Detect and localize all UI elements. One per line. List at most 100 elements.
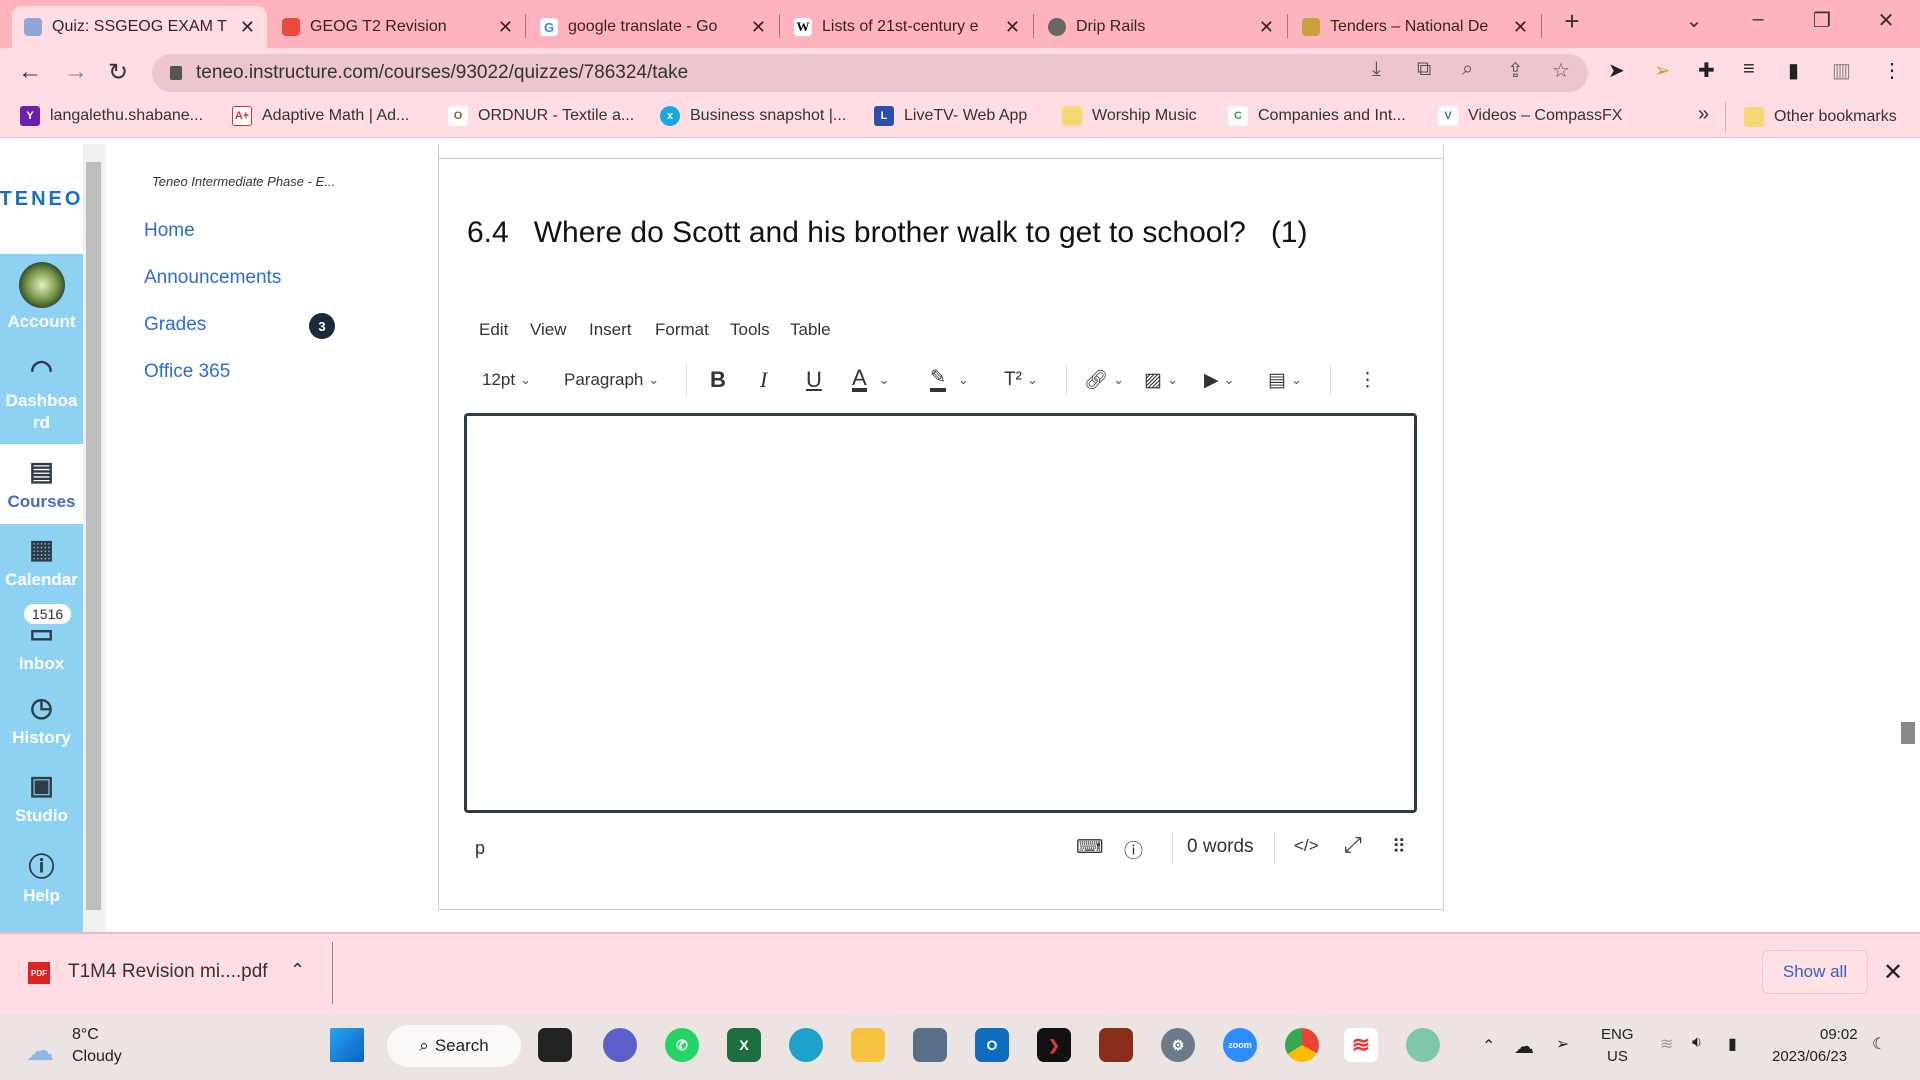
html-editor-toggle[interactable]: </> [1294,836,1319,856]
calculator-icon[interactable] [913,1028,947,1062]
bookmark-item[interactable]: C Companies and Int... [1228,106,1406,126]
new-tab-button[interactable]: + [1552,6,1592,37]
image-button[interactable]: ▨ ⌄ [1144,366,1178,394]
nav-account[interactable]: Account [0,262,83,342]
share-icon[interactable]: ⇪ [1507,58,1524,83]
block-format-select[interactable]: Paragraph ⌄ [564,366,659,394]
superscript-button[interactable]: T² ⌄ [1004,366,1038,394]
extension-cursor-icon[interactable]: ➤ [1608,58,1625,83]
media-button[interactable]: ▶ ⌄ [1204,366,1235,394]
close-tab-icon[interactable]: ✕ [751,17,766,38]
battery-icon[interactable]: ▮ [1728,1034,1737,1054]
link-button[interactable]: 🔗︎ ⌄ [1084,366,1124,394]
bookmark-item[interactable]: A+ Adaptive Math | Ad... [232,106,409,126]
bookmark-item[interactable]: L LiveTV- Web App [874,106,1027,126]
keyboard-shortcuts-button[interactable]: ⌨ [1076,836,1103,859]
side-panel-icon[interactable]: ▮ [1788,58,1799,83]
translate-icon[interactable]: ⧉ [1417,58,1431,81]
tab-google[interactable]: Ggoogle translate - Go ✕ [528,6,778,48]
taskbar-search[interactable]: ⌕ Search [387,1025,521,1067]
clock-time[interactable]: 09:02 [1820,1026,1858,1043]
download-item[interactable]: T1M4 Revision mi....pdf [68,961,268,983]
nav-history[interactable]: ◷ History [0,690,83,750]
tab-tenders[interactable]: Tenders – National De ✕ [1290,6,1540,48]
wifi-icon[interactable]: ≋ [1660,1034,1673,1054]
clock-date[interactable]: 2023/06/23 [1772,1048,1847,1065]
location-icon[interactable]: ➢ [1556,1034,1569,1054]
close-tab-icon[interactable]: ✕ [498,17,513,38]
file-explorer-icon[interactable] [851,1028,885,1062]
zoom-icon[interactable]: ⌕ [1462,58,1473,81]
close-download-bar-icon[interactable]: ✕ [1883,958,1903,987]
highlight-button[interactable]: ✎ ⌄ [930,366,969,394]
answer-editor[interactable] [464,413,1417,813]
nav-studio[interactable]: ▣ Studio [0,768,83,828]
nav-dashboard[interactable]: ◠ Dashboard [0,352,83,442]
zoom-app-icon[interactable]: zoom [1223,1028,1257,1062]
course-nav-home[interactable]: Home [144,220,195,242]
close-tab-icon[interactable]: ✕ [1513,17,1528,38]
nav-help[interactable]: ⓘ Help [0,848,83,908]
scrollbar-thumb[interactable] [86,162,101,910]
show-all-downloads-button[interactable]: Show all [1762,950,1868,994]
chrome-menu-icon[interactable]: ⋮ [1882,58,1902,83]
forward-button[interactable]: → [64,58,88,86]
onedrive-icon[interactable]: ☁ [1514,1034,1534,1059]
course-nav-grades[interactable]: Grades [144,314,206,336]
tab-search-chevron-icon[interactable]: ⌄ [1674,8,1714,33]
menu-format[interactable]: Format [655,320,709,340]
language-indicator[interactable]: ENG [1601,1026,1634,1043]
menu-insert[interactable]: Insert [589,320,632,340]
whatsapp-icon[interactable]: ✆ [665,1028,699,1062]
menu-view[interactable]: View [530,320,567,340]
app-icon[interactable]: ≋ [1344,1028,1378,1062]
task-view-icon[interactable] [538,1028,572,1062]
course-nav-announcements[interactable]: Announcements [144,267,281,289]
cloud-icon[interactable]: ☁ [26,1034,54,1067]
focus-moon-icon[interactable]: ☾ [1872,1034,1886,1054]
install-icon[interactable]: ⤓ [1372,58,1381,81]
bold-button[interactable]: B [710,366,726,394]
download-options-chevron-icon[interactable]: ⌃ [290,960,305,981]
italic-button[interactable]: I [760,366,767,394]
teams-chat-icon[interactable] [603,1028,637,1062]
extensions-puzzle-icon[interactable]: ✚ [1698,58,1715,83]
scrollbar-thumb[interactable] [1901,722,1915,744]
weather-temp[interactable]: 8°C [72,1026,99,1044]
font-size-select[interactable]: 12pt ⌄ [482,366,531,394]
volume-icon[interactable]: 🔉︎ [1692,1034,1702,1052]
bookmark-item[interactable]: Ylangalethu.shabane... [20,106,203,126]
close-tab-icon[interactable]: ✕ [1005,17,1020,38]
media-player-icon[interactable]: ❯ [1037,1028,1071,1062]
show-hidden-icons[interactable]: ⌃ [1482,1036,1495,1056]
document-button[interactable]: ▤ ⌄ [1268,366,1302,394]
accessibility-checker-button[interactable]: ⓘ [1124,836,1143,863]
fullscreen-button[interactable]: ⤢ [1344,832,1362,858]
nav-calendar[interactable]: ▦ Calendar [0,532,83,592]
back-button[interactable]: ← [18,58,42,86]
more-options-button[interactable]: ⋮ [1358,366,1377,394]
bookmark-star-icon[interactable]: ☆ [1552,58,1570,83]
bookmark-item[interactable]: x Business snapshot |... [660,106,846,126]
tab-quiz[interactable]: Quiz: SSGEOG EXAM T ✕ [12,6,267,48]
close-window-button[interactable]: ✕ [1866,8,1906,33]
menu-tools[interactable]: Tools [730,320,770,340]
nav-inbox[interactable]: ▭ Inbox [0,616,83,676]
edge-icon[interactable] [789,1028,823,1062]
bookmark-folder[interactable]: Worship Music [1062,106,1197,126]
course-nav-office365[interactable]: Office 365 [144,361,230,383]
resize-handle[interactable]: ⠿ [1392,836,1406,859]
reload-button[interactable]: ↻ [108,58,128,87]
element-path[interactable]: p [475,838,485,859]
tab-geog[interactable]: GEOG T2 Revision ✕ [270,6,525,48]
other-bookmarks-folder[interactable]: Other bookmarks [1725,102,1897,132]
weather-desc[interactable]: Cloudy [72,1048,122,1066]
menu-edit[interactable]: Edit [479,320,508,340]
nav-courses[interactable]: ▤ Courses [0,444,83,524]
settings-icon[interactable]: ⚙ [1161,1028,1195,1062]
bookmark-item[interactable]: O ORDNUR - Textile a... [448,106,634,126]
underline-button[interactable]: U [806,366,822,394]
course-title[interactable]: Teneo Intermediate Phase - E... [152,174,335,189]
tab-drip-rails[interactable]: Drip Rails ✕ [1036,6,1286,48]
chrome-icon[interactable] [1285,1028,1319,1062]
